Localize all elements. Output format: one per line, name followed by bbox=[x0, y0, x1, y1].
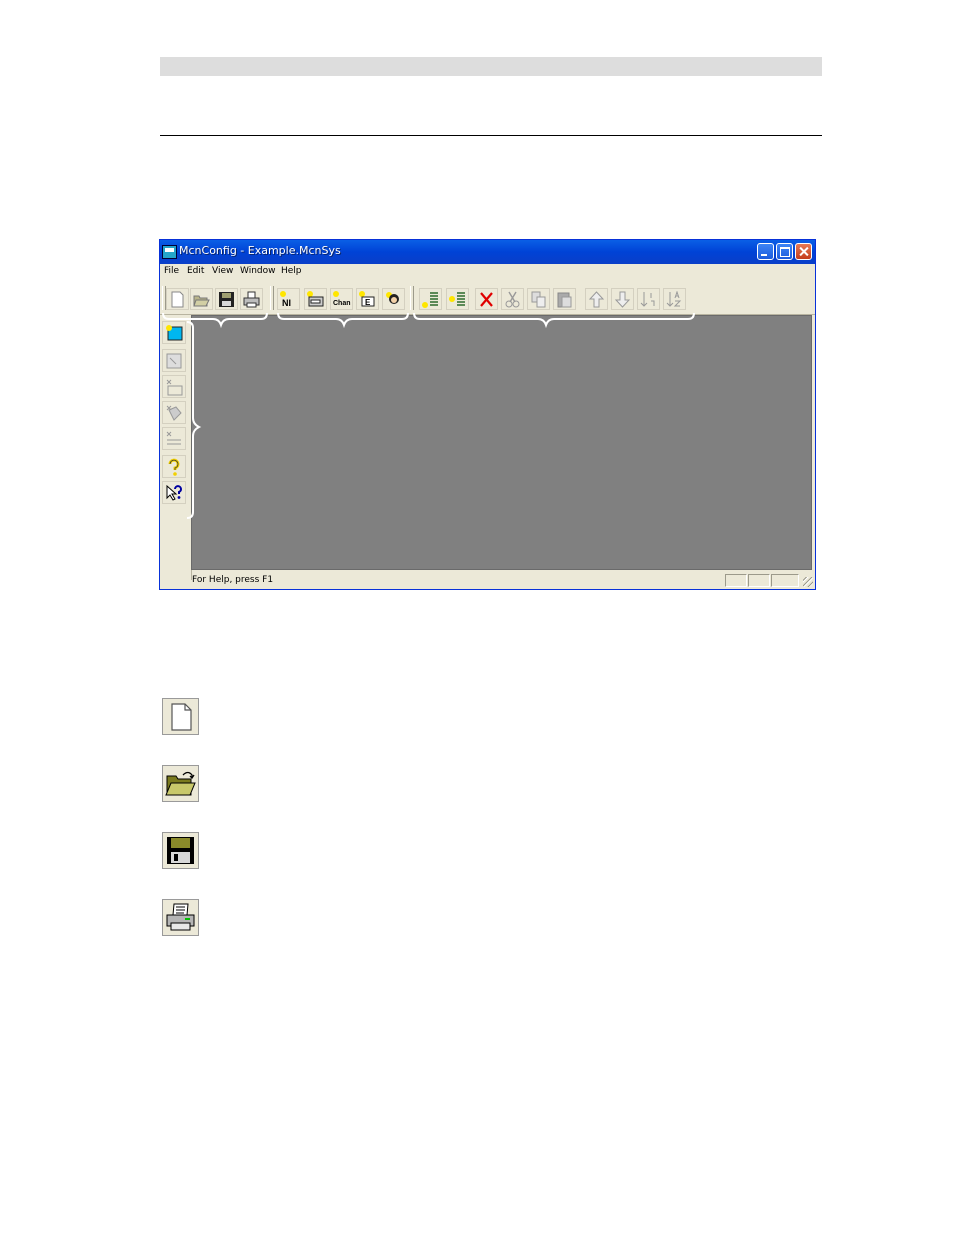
context-help-button[interactable] bbox=[162, 481, 186, 504]
print-button[interactable] bbox=[240, 288, 263, 310]
minimize-button[interactable] bbox=[757, 243, 774, 260]
status-pane bbox=[771, 574, 799, 587]
status-pane bbox=[725, 574, 747, 587]
window-title: McnConfig - Example.McnSys bbox=[179, 244, 341, 257]
insert-user-button[interactable] bbox=[382, 288, 405, 310]
move-up-button[interactable] bbox=[585, 288, 608, 310]
svg-text:E: E bbox=[365, 298, 371, 307]
menu-bar: File Edit View Window Help bbox=[160, 264, 815, 281]
channel-icon: Chan bbox=[333, 291, 351, 307]
insert-ni-button[interactable]: NI bbox=[277, 288, 300, 310]
app-window: McnConfig - Example.McnSys File Edit Vie… bbox=[159, 239, 816, 590]
insert-channel-button[interactable]: Chan bbox=[330, 288, 353, 310]
close-button[interactable] bbox=[795, 243, 812, 260]
menu-file[interactable]: File bbox=[164, 266, 179, 276]
delete-button[interactable] bbox=[475, 288, 498, 310]
resize-grip-icon[interactable] bbox=[803, 577, 813, 587]
mdi-client-area[interactable] bbox=[191, 315, 812, 570]
add-child-icon bbox=[422, 292, 438, 308]
copy-button[interactable] bbox=[527, 288, 550, 310]
add-sibling-button[interactable] bbox=[446, 288, 469, 310]
ni-icon: NI bbox=[280, 291, 291, 308]
list-view-icon bbox=[166, 353, 182, 369]
new-document-icon bbox=[171, 291, 184, 308]
save-disk-icon bbox=[219, 292, 234, 307]
move-down-button[interactable] bbox=[611, 288, 634, 310]
printer-icon bbox=[243, 291, 260, 308]
delete-x-icon bbox=[480, 292, 493, 307]
toolbar-group-braces bbox=[162, 312, 695, 519]
toolbar-grip[interactable] bbox=[410, 286, 414, 310]
menu-view[interactable]: View bbox=[212, 266, 233, 276]
save-button[interactable] bbox=[215, 288, 238, 310]
svg-text:Chan: Chan bbox=[333, 300, 351, 307]
new-document-large-icon bbox=[162, 698, 199, 735]
sort-alpha-button[interactable] bbox=[663, 288, 686, 310]
copy-icon bbox=[531, 291, 546, 308]
printer-large-icon bbox=[162, 899, 199, 936]
header-rule bbox=[160, 135, 822, 136]
title-bar[interactable]: McnConfig - Example.McnSys bbox=[160, 240, 815, 264]
sort-alpha-icon bbox=[666, 291, 682, 307]
e-icon: E bbox=[359, 291, 375, 307]
paste-button[interactable] bbox=[553, 288, 576, 310]
status-bar: For Help, press F1 bbox=[160, 571, 815, 589]
side-toolbar bbox=[160, 315, 192, 580]
add-child-button[interactable] bbox=[419, 288, 442, 310]
sort-numeric-icon bbox=[640, 292, 655, 307]
revision-icon bbox=[166, 431, 181, 445]
help-question-icon bbox=[168, 458, 180, 476]
cut-button[interactable] bbox=[501, 288, 524, 310]
sort-numeric-button[interactable] bbox=[637, 288, 660, 310]
open-folder-large-icon bbox=[162, 765, 199, 802]
add-sibling-icon bbox=[449, 292, 465, 306]
open-button[interactable] bbox=[190, 288, 213, 310]
menu-edit[interactable]: Edit bbox=[187, 266, 204, 276]
status-pane bbox=[748, 574, 770, 587]
arrow-up-icon bbox=[588, 291, 605, 308]
help-button[interactable] bbox=[162, 455, 186, 478]
device-icon bbox=[307, 291, 324, 307]
app-icon bbox=[162, 245, 177, 259]
menu-window[interactable]: Window bbox=[240, 266, 276, 276]
tab-button[interactable] bbox=[162, 375, 186, 398]
arrow-down-icon bbox=[614, 291, 631, 308]
tag-icon bbox=[166, 405, 182, 421]
new-button[interactable] bbox=[166, 288, 189, 310]
insert-e-button[interactable]: E bbox=[356, 288, 379, 310]
scissors-icon bbox=[505, 291, 520, 308]
page-header-bar bbox=[160, 57, 822, 76]
toolbar-grip[interactable] bbox=[270, 286, 274, 310]
view-list-button[interactable] bbox=[162, 349, 186, 372]
svg-text:NI: NI bbox=[282, 298, 291, 308]
save-disk-large-icon bbox=[162, 832, 199, 869]
window-view-icon bbox=[166, 325, 183, 341]
tab-icon bbox=[166, 379, 183, 396]
menu-help[interactable]: Help bbox=[281, 266, 302, 276]
open-folder-icon bbox=[193, 295, 210, 307]
view-tree-button[interactable] bbox=[162, 321, 186, 344]
maximize-button[interactable] bbox=[776, 243, 793, 260]
paste-icon bbox=[557, 292, 572, 308]
user-icon bbox=[386, 292, 399, 304]
tag-button[interactable] bbox=[162, 401, 186, 424]
context-help-icon bbox=[166, 484, 182, 501]
status-text: For Help, press F1 bbox=[192, 575, 274, 585]
rev-button[interactable] bbox=[162, 427, 186, 450]
main-toolbar: NI Chan E bbox=[160, 282, 815, 315]
insert-device-button[interactable] bbox=[304, 288, 327, 310]
